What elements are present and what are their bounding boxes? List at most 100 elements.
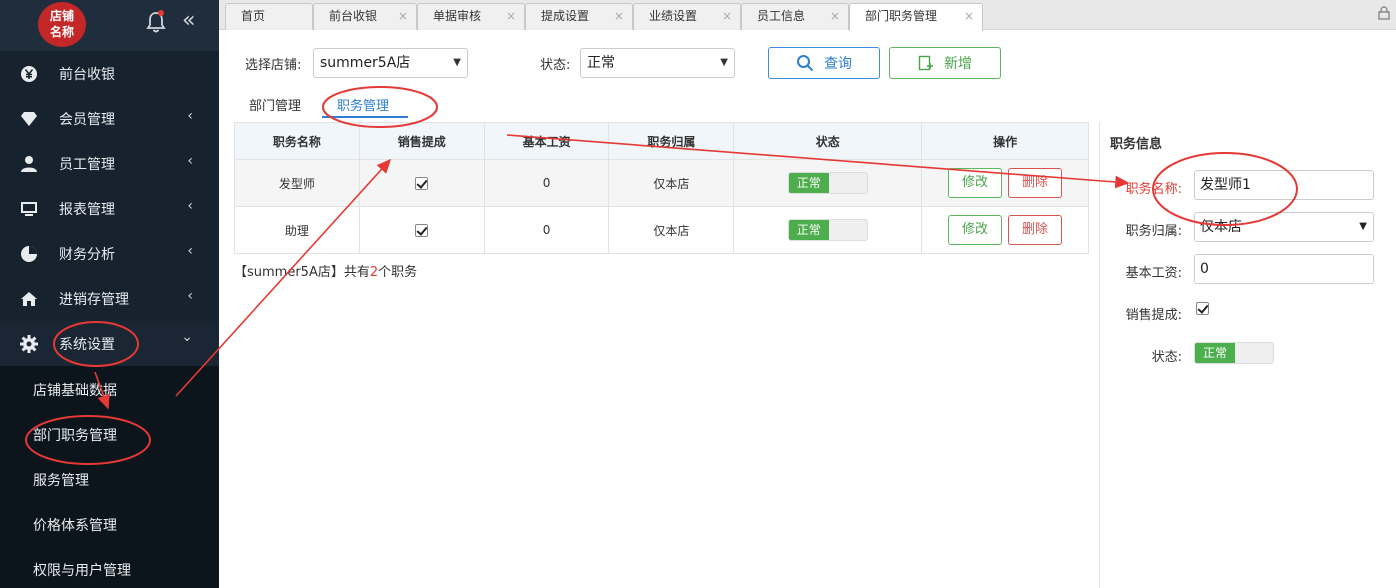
job-name-cell: 助理 xyxy=(234,206,360,254)
job-table: 职务名称 销售提成 基本工资 职务归属 状态 操作 发型师 0 仅本店 正常 修… xyxy=(234,122,1089,254)
tab-commission-settings[interactable]: 提成设置 × xyxy=(525,3,633,30)
close-icon[interactable]: × xyxy=(964,4,974,29)
menu-item-label: 财务分析 xyxy=(59,246,115,263)
tab-cashier[interactable]: 前台收银 × xyxy=(313,3,417,30)
commission-checkbox[interactable] xyxy=(415,177,429,190)
summary-count: 2 xyxy=(369,265,379,280)
menu-item-label: 系统设置 xyxy=(59,336,115,353)
tab-label: 前台收银 xyxy=(329,9,378,23)
summary-prefix: 【summer5A店】共有 xyxy=(234,265,370,280)
close-icon[interactable]: × xyxy=(722,4,732,29)
add-button-label: 新增 xyxy=(944,56,972,72)
tab-performance-settings[interactable]: 业绩设置 × xyxy=(633,3,741,30)
logo-text-top: 店铺 xyxy=(49,9,74,23)
status-cell: 正常 xyxy=(733,206,923,254)
base-wage-label: 基本工资: xyxy=(1125,266,1182,281)
status-toggle-label: 正常 xyxy=(788,220,829,240)
job-scope-value: 仅本店 xyxy=(1200,219,1242,235)
submenu-item-store-data[interactable]: 店铺基础数据 xyxy=(33,380,117,400)
column-header: 销售提成 xyxy=(358,122,485,160)
tab-document-review[interactable]: 单据审核 × xyxy=(417,3,525,30)
chevron-left-icon: ‹ xyxy=(187,243,193,259)
query-button[interactable]: 查询 xyxy=(768,47,880,79)
job-name-input[interactable]: 发型师1 xyxy=(1194,170,1374,200)
tab-dept-job[interactable]: 部门职务管理 × xyxy=(849,3,983,31)
monitor-icon xyxy=(19,199,39,219)
tab-home[interactable]: 首页 xyxy=(225,3,313,30)
commission-checkbox[interactable] xyxy=(415,224,429,237)
add-button[interactable]: 新增 xyxy=(889,47,1001,79)
sales-commission-label: 销售提成: xyxy=(1125,308,1182,323)
menu-item-label: 员工管理 xyxy=(59,156,115,173)
tab-label: 首页 xyxy=(241,9,266,23)
menu-item-finance[interactable]: 财务分析 ‹ xyxy=(0,231,219,276)
menu-item-members[interactable]: 会员管理 ‹ xyxy=(0,96,219,141)
edit-button[interactable]: 修改 xyxy=(948,168,1003,198)
main-content: 选择店铺: summer5A店 ▼ 状态: 正常 ▼ 查询 新增 部门管理 职务… xyxy=(219,30,1396,588)
status-select[interactable]: 正常 ▼ xyxy=(580,48,735,78)
submenu-item-services[interactable]: 服务管理 xyxy=(33,470,89,490)
status-toggle[interactable]: 正常 xyxy=(787,172,868,194)
submenu-item-pricing[interactable]: 价格体系管理 xyxy=(33,515,117,535)
status-select-label: 状态: xyxy=(540,58,571,73)
close-icon[interactable]: × xyxy=(506,4,516,29)
chevron-left-icon: ‹ xyxy=(187,153,193,169)
edit-button[interactable]: 修改 xyxy=(948,215,1003,245)
table-row[interactable]: 助理 0 仅本店 正常 修改 删除 xyxy=(234,206,1089,254)
actions-cell: 修改 删除 xyxy=(921,159,1089,207)
close-icon[interactable]: × xyxy=(614,4,624,29)
caret-down-icon: ▼ xyxy=(720,57,728,68)
menu-item-system-settings[interactable]: 系统设置 ⌄ xyxy=(0,321,219,366)
wage-cell: 0 xyxy=(483,159,610,207)
query-button-label: 查询 xyxy=(824,56,852,72)
tab-staff-info[interactable]: 员工信息 × xyxy=(741,3,849,30)
chevron-down-icon: ⌄ xyxy=(181,329,193,345)
notification-dot xyxy=(158,10,164,16)
menu-item-cashier[interactable]: 前台收银 xyxy=(0,51,219,96)
delete-button[interactable]: 删除 xyxy=(1008,215,1063,245)
user-icon xyxy=(19,154,39,174)
status-cell: 正常 xyxy=(733,159,923,207)
column-header: 职务归属 xyxy=(608,122,735,160)
store-select[interactable]: summer5A店 ▼ xyxy=(313,48,468,78)
close-icon[interactable]: × xyxy=(830,4,840,29)
base-wage-input[interactable]: 0 xyxy=(1194,254,1374,284)
active-subtab-indicator xyxy=(322,116,408,118)
menu-item-inventory[interactable]: 进销存管理 ‹ xyxy=(0,276,219,321)
menu-item-label: 报表管理 xyxy=(59,201,115,218)
search-icon xyxy=(797,55,814,72)
tab-label: 部门职务管理 xyxy=(865,9,938,23)
tab-bar: 首页 前台收银 × 单据审核 × 提成设置 × 业绩设置 × 员工信息 × 部门… xyxy=(219,0,1396,31)
store-logo: 店铺 名称 xyxy=(38,2,86,47)
menu-item-label: 前台收银 xyxy=(59,66,115,83)
store-select-label: 选择店铺: xyxy=(245,58,302,73)
chevron-left-icon: ‹ xyxy=(187,198,193,214)
column-header: 职务名称 xyxy=(234,122,360,160)
chevron-left-icon: ‹ xyxy=(187,288,193,304)
job-name-value: 发型师1 xyxy=(1200,177,1251,193)
panel-title: 职务信息 xyxy=(1110,137,1163,152)
lock-icon[interactable] xyxy=(1378,6,1390,20)
tab-label: 员工信息 xyxy=(757,9,806,23)
panel-status-toggle[interactable]: 正常 xyxy=(1194,342,1274,364)
close-icon[interactable]: × xyxy=(398,4,408,29)
menu-item-reports[interactable]: 报表管理 ‹ xyxy=(0,186,219,231)
column-header: 操作 xyxy=(921,122,1089,160)
menu-item-label: 进销存管理 xyxy=(59,291,129,308)
sales-commission-checkbox[interactable] xyxy=(1196,302,1209,315)
scope-cell: 仅本店 xyxy=(608,159,735,207)
status-toggle-label: 正常 xyxy=(788,173,829,193)
menu-item-staff[interactable]: 员工管理 ‹ xyxy=(0,141,219,186)
submenu-item-permissions[interactable]: 权限与用户管理 xyxy=(33,560,131,580)
job-scope-select[interactable]: 仅本店 ▼ xyxy=(1194,212,1374,242)
delete-button[interactable]: 删除 xyxy=(1008,168,1063,198)
submenu-item-dept-job[interactable]: 部门职务管理 xyxy=(33,425,117,445)
logo-text-bottom: 名称 xyxy=(49,25,74,39)
table-row[interactable]: 发型师 0 仅本店 正常 修改 删除 xyxy=(234,159,1089,207)
status-toggle[interactable]: 正常 xyxy=(787,219,868,241)
collapse-sidebar-icon[interactable]: « xyxy=(182,8,195,34)
sidebar-header: 店铺 名称 « xyxy=(0,0,219,51)
subtab-department[interactable]: 部门管理 xyxy=(249,95,301,114)
subtab-job[interactable]: 职务管理 xyxy=(337,95,389,114)
job-count-summary: 【summer5A店】共有2个职务 xyxy=(234,261,417,280)
